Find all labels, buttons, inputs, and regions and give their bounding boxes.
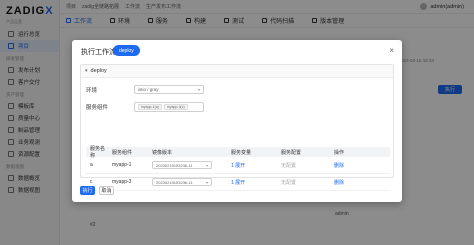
image-cell: 20230215153236-11 ▾	[150, 161, 229, 169]
chevron-down-icon: ▾	[85, 68, 88, 74]
service-chip[interactable]: myapp-3(c)	[163, 104, 188, 110]
table-row: a myapp-1 20230215153236-11 ▾ 1 展开 无配置 删…	[86, 157, 390, 174]
delete-link[interactable]: 删除	[332, 162, 390, 169]
image-version: 20230215153236-11	[156, 179, 193, 185]
chevron-down-icon: ▾	[205, 179, 208, 185]
service-name: a	[90, 162, 93, 168]
env-value: istio / gray	[138, 87, 159, 92]
cancel-button[interactable]: 取消	[99, 186, 114, 195]
table-row: c myapp-3 20230215153236-11 ▾ 1 展开 无配置 删…	[86, 174, 390, 191]
column-header: 服务变量	[231, 149, 252, 156]
delete-link[interactable]: 删除	[332, 179, 390, 186]
panel-title: deploy	[90, 68, 107, 74]
image-version-select[interactable]: 20230215153236-11 ▾	[152, 161, 212, 169]
service-config: 无配置	[281, 179, 297, 186]
run-workflow-dialog: 执行工作流 deploy × ▾ deploy 环境 istio / gray …	[72, 40, 402, 202]
image-cell: 20230215153236-11 ▾	[150, 178, 229, 186]
dialog-title: 执行工作流	[81, 49, 116, 56]
run-button[interactable]: 执行	[80, 186, 95, 195]
table-header: 服务名称 服务组件 镜像版本 服务变量 服务配置 操作	[86, 146, 390, 159]
chevron-down-icon: ▾	[205, 162, 208, 168]
expand-vars-link[interactable]: 1 展开	[229, 162, 279, 169]
column-header: 服务组件	[112, 149, 133, 156]
deploy-panel: ▾ deploy 环境 istio / gray ▾ 服务组件 myapp-1(…	[80, 64, 394, 191]
service-chip[interactable]: myapp-1(a)	[138, 104, 162, 110]
image-version: 20230215153236-11	[156, 162, 193, 168]
column-header: 服务名称	[90, 146, 106, 159]
service-component: myapp-1	[112, 162, 132, 168]
column-header: 服务配置	[281, 149, 302, 156]
env-row: 环境 istio / gray ▾	[86, 85, 204, 94]
column-header: 操作	[334, 149, 345, 156]
service-component: myapp-3	[112, 179, 132, 185]
chevron-down-icon: ▾	[197, 87, 200, 92]
env-select[interactable]: istio / gray ▾	[134, 85, 204, 94]
expand-vars-link[interactable]: 1 展开	[229, 179, 279, 186]
image-version-select[interactable]: 20230215153236-11 ▾	[152, 178, 212, 186]
panel-header[interactable]: ▾ deploy	[81, 65, 393, 78]
service-table: 服务名称 服务组件 镜像版本 服务变量 服务配置 操作 a myapp-1 20…	[86, 146, 390, 191]
service-name: c	[90, 179, 93, 185]
services-select[interactable]: myapp-1(a) myapp-3(c)	[134, 102, 204, 112]
service-config: 无配置	[281, 162, 297, 169]
workflow-tag: deploy	[113, 45, 140, 56]
services-label: 服务组件	[86, 105, 109, 111]
env-label: 环境	[86, 87, 98, 94]
close-icon[interactable]: ×	[389, 46, 394, 55]
services-row: 服务组件 myapp-1(a) myapp-3(c)	[86, 102, 204, 112]
column-header: 镜像版本	[152, 149, 173, 156]
